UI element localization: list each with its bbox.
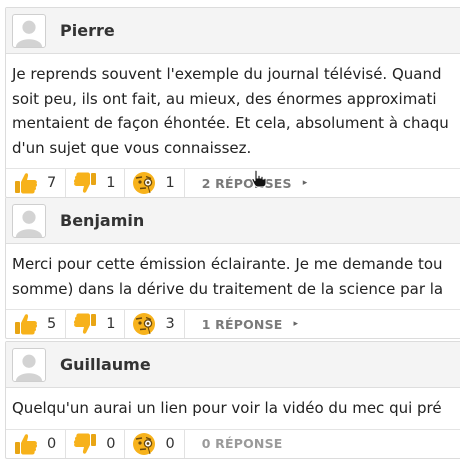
comment-text: Merci pour cette émission éclairante. Je…: [6, 244, 460, 310]
expand-arrow-icon: ▸: [302, 178, 308, 188]
thumbs-up-button[interactable]: 5: [14, 310, 67, 338]
thumbs-up-count: 0: [47, 435, 57, 452]
comment-author[interactable]: Pierre: [60, 21, 115, 40]
monocle-count: 0: [165, 435, 175, 452]
thumbs-down-button[interactable]: 1: [73, 169, 126, 197]
expand-arrow-icon: ▸: [293, 319, 299, 329]
comment-author[interactable]: Benjamin: [60, 211, 144, 230]
comment-text: Je reprends souvent l'exemple du journal…: [6, 54, 460, 169]
user-avatar-icon[interactable]: [12, 203, 46, 238]
thumbs-up-count: 5: [47, 316, 57, 332]
comment-card: Pierre Je reprends souvent l'exemple du …: [5, 7, 460, 198]
monocle-button[interactable]: 3: [132, 310, 185, 338]
replies-label: 2 RÉPONSES: [201, 175, 292, 191]
thumbs-down-button[interactable]: 0: [73, 429, 126, 458]
comment-line: Quelqu'un aurai un lien pour voir la vid…: [12, 399, 442, 417]
comment-line: soit peu, ils ont fait, au mieux, des én…: [12, 89, 437, 108]
reaction-bar: 7 1 1 2 RÉPONSES ▸: [6, 169, 460, 197]
thumbs-up-icon: [14, 312, 38, 336]
thumbs-up-button[interactable]: 7: [14, 169, 67, 197]
comment-author[interactable]: Guillaume: [60, 355, 151, 374]
user-avatar-icon[interactable]: [12, 347, 46, 382]
monocle-face-icon: [132, 312, 156, 336]
monocle-count: 3: [165, 316, 175, 332]
comment-header: Guillaume: [6, 342, 460, 388]
replies-label: 1 RÉPONSE: [201, 316, 283, 332]
comment-line: Je reprends souvent l'exemple du journal…: [12, 65, 442, 83]
comment-header: Benjamin: [6, 198, 460, 244]
reaction-bar: 5 1 3 1 RÉPONSE ▸: [6, 310, 460, 338]
monocle-button[interactable]: 0: [132, 429, 185, 458]
thumbs-down-count: 1: [106, 316, 116, 332]
thumbs-up-icon: [14, 432, 38, 456]
reaction-bar: 0 0 0 0 RÉPONSE: [6, 429, 460, 458]
thumbs-down-icon: [73, 312, 97, 336]
replies-label: 0 RÉPONSE: [201, 436, 283, 451]
thumbs-up-icon: [14, 171, 38, 195]
monocle-button[interactable]: 1: [132, 169, 185, 197]
comment-card: Benjamin Merci pour cette émission éclai…: [5, 197, 460, 339]
comment-header: Pierre: [6, 8, 460, 54]
thumbs-down-button[interactable]: 1: [73, 310, 126, 338]
monocle-count: 1: [165, 175, 175, 191]
comment-line: Merci pour cette émission éclairante. Je…: [12, 255, 443, 273]
user-avatar-icon[interactable]: [12, 13, 46, 48]
comment-line: d'un sujet que vous connaissez.: [12, 138, 252, 157]
monocle-face-icon: [132, 432, 156, 456]
thumbs-down-icon: [73, 432, 97, 456]
comment-line: mentaient de façon éhontée. Et cela, abs…: [12, 114, 449, 132]
comment-line: somme) dans la dérive du traitement de l…: [12, 279, 444, 298]
thumbs-up-button[interactable]: 0: [14, 429, 67, 458]
thumbs-up-count: 7: [47, 175, 57, 191]
thumbs-down-count: 0: [106, 435, 116, 452]
thumbs-down-count: 1: [106, 175, 116, 191]
monocle-face-icon: [132, 171, 156, 195]
replies-link[interactable]: 1 RÉPONSE ▸: [202, 317, 299, 332]
comment-text: Quelqu'un aurai un lien pour voir la vid…: [6, 388, 460, 430]
hand-cursor-icon: [251, 170, 267, 188]
comment-card: Guillaume Quelqu'un aurai un lien pour v…: [5, 341, 460, 459]
thumbs-down-icon: [73, 171, 97, 195]
replies-link[interactable]: 0 RÉPONSE: [202, 436, 283, 451]
